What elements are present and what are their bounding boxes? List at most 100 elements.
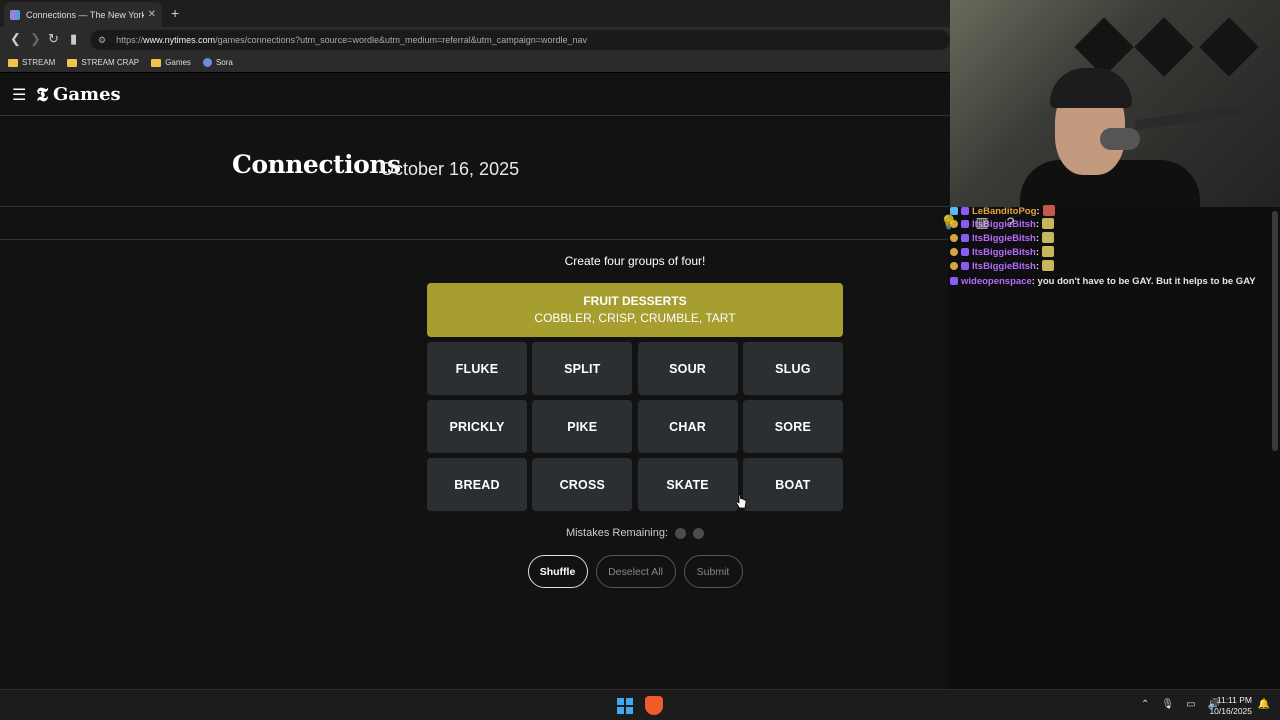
brave-browser-icon[interactable] xyxy=(645,696,663,715)
notification-icon[interactable]: 🔔 xyxy=(1258,699,1270,710)
word-tile[interactable]: PRICKLY xyxy=(427,400,527,453)
word-tile[interactable]: SPLIT xyxy=(532,342,633,395)
url-path: /games/connections?utm_source=wordle&utm… xyxy=(215,35,588,45)
word-tile[interactable]: SORE xyxy=(742,400,843,453)
chevron-up-icon[interactable]: ⌃ xyxy=(1141,699,1149,710)
badge-icon xyxy=(950,262,958,270)
action-buttons: Shuffle Deselect All Submit xyxy=(427,555,843,588)
bookmark-label: Games xyxy=(165,58,191,67)
badge-icon xyxy=(950,234,958,242)
nyt-games-logo[interactable]: 𝕿 Games xyxy=(36,84,120,106)
word-tile[interactable]: CHAR xyxy=(637,400,738,453)
word-tile[interactable]: SLUG xyxy=(742,342,843,395)
url-domain: www.nytimes.com xyxy=(143,35,216,45)
word-tile[interactable]: SOUR xyxy=(637,342,738,395)
chat-text: : xyxy=(1035,233,1040,244)
reload-icon[interactable]: ↻ xyxy=(48,31,59,47)
site-settings-icon[interactable]: ⚙ xyxy=(98,35,106,46)
brand-label: Games xyxy=(53,84,121,105)
solved-category: FRUIT DESSERTS xyxy=(583,294,687,308)
overlay-icons: 💡 ▥ ? xyxy=(940,214,1030,234)
word-tile[interactable]: BREAD xyxy=(427,458,527,511)
emote-icon xyxy=(1042,246,1055,257)
game-title-row: Connections October 16, 2025 xyxy=(0,116,950,207)
help-icon: ? xyxy=(1006,214,1015,230)
solved-group-fruit-desserts: FRUIT DESSERTS COBBLER, CRISP, CRUMBLE, … xyxy=(427,283,843,337)
chat-scrollbar[interactable] xyxy=(1272,211,1278,451)
bookmark-label: STREAM CRAP xyxy=(81,58,140,67)
new-tab-button[interactable]: + xyxy=(171,5,179,21)
game-page: ☰ 𝕿 Games Connections October 16, 2025 C… xyxy=(0,74,950,689)
chat-message: ItsBiggieBitsh: xyxy=(948,260,1268,274)
windows-taskbar: ⌃ 🎙 ▭ 🔊 11:11 PM 10/16/2025 🔔 xyxy=(0,689,1280,720)
clock-date: 10/16/2025 xyxy=(1209,706,1252,716)
nyt-t-logo-icon: 𝕿 xyxy=(36,83,49,106)
chat-username[interactable]: ItsBiggieBitsh xyxy=(972,247,1036,258)
bookmark-icon[interactable]: ▮ xyxy=(70,31,77,47)
shuffle-button[interactable]: Shuffle xyxy=(527,555,588,588)
word-tile[interactable]: PIKE xyxy=(532,400,633,453)
chat-username[interactable]: wideopenspace xyxy=(961,276,1032,287)
divider xyxy=(0,239,950,240)
submit-button[interactable]: Submit xyxy=(683,555,743,588)
mistake-dots xyxy=(668,527,705,539)
mistakes-label: Mistakes Remaining: xyxy=(565,527,669,539)
chat-username[interactable]: ItsBiggieBitsh xyxy=(972,233,1036,244)
chat-text: : xyxy=(1035,247,1040,258)
chat-text: : xyxy=(1035,261,1040,272)
folder-icon xyxy=(8,58,18,67)
chat-text: : you don't have to be GAY. But it helps… xyxy=(1031,276,1256,287)
network-icon[interactable]: ▭ xyxy=(1186,699,1195,710)
tab-title: Connections — The New York Ti xyxy=(26,9,144,20)
windows-start-icon[interactable] xyxy=(617,698,633,714)
chat-text: : xyxy=(1035,219,1040,230)
mistake-dot xyxy=(675,527,687,539)
stream-chat: LeBanditoPog: ItsBiggieBitsh: ItsBiggieB… xyxy=(948,205,1280,689)
emote-icon xyxy=(1042,260,1055,271)
webcam-overlay xyxy=(950,0,1280,207)
puzzle-date: October 16, 2025 xyxy=(380,159,520,179)
clock-time: 11:11 PM xyxy=(1216,695,1252,705)
url-field[interactable]: ⚙ https://www.nytimes.com/games/connecti… xyxy=(90,30,950,50)
back-icon[interactable]: ❮ xyxy=(10,31,21,47)
chat-message: ItsBiggieBitsh: xyxy=(948,246,1268,260)
page-title: Connections xyxy=(232,150,401,179)
chat-username[interactable]: ItsBiggieBitsh xyxy=(972,261,1036,272)
mistake-dot xyxy=(693,527,705,539)
word-tile[interactable]: FLUKE xyxy=(427,342,527,395)
word-tile[interactable]: BOAT xyxy=(742,458,843,511)
badge-icon xyxy=(950,248,958,256)
system-tray: ⌃ 🎙 ▭ 🔊 xyxy=(1141,699,1220,710)
nyt-games-header: ☰ 𝕿 Games xyxy=(0,74,950,116)
word-tile[interactable]: CROSS xyxy=(532,458,633,511)
word-tile[interactable]: SKATE xyxy=(637,458,738,511)
browser-tab-bar: Connections — The New York Ti ✕ + xyxy=(0,0,950,27)
hamburger-menu-icon[interactable]: ☰ xyxy=(12,85,26,105)
bookmark-label: Sora xyxy=(215,58,233,67)
microphone-icon[interactable]: 🎙 xyxy=(1161,699,1174,710)
instruction-text: Create four groups of four! xyxy=(564,254,706,268)
bookmark-games[interactable]: Games xyxy=(151,58,191,67)
emote-icon xyxy=(1042,205,1055,216)
deselect-all-button[interactable]: Deselect All xyxy=(595,555,676,588)
sora-icon xyxy=(202,58,212,67)
bookmarks-bar: STREAM STREAM CRAP Games Sora xyxy=(0,53,950,73)
bookmark-stream-crap[interactable]: STREAM CRAP xyxy=(67,58,139,67)
chat-text: : xyxy=(1036,206,1040,217)
emote-icon xyxy=(1042,232,1055,243)
bookmark-sora[interactable]: Sora xyxy=(202,58,233,67)
taskbar-clock[interactable]: 11:11 PM 10/16/2025 xyxy=(1209,695,1252,717)
folder-icon xyxy=(67,58,78,67)
browser-tab[interactable]: Connections — The New York Ti ✕ xyxy=(4,2,162,27)
microphone-icon xyxy=(1100,128,1140,150)
badge-icon xyxy=(961,234,969,242)
folder-icon xyxy=(151,58,162,67)
word-grid: FLUKE SPLIT SOUR SLUG PRICKLY PIKE CHAR … xyxy=(427,342,843,511)
bookmark-stream[interactable]: STREAM xyxy=(8,58,55,67)
badge-icon xyxy=(950,277,958,285)
address-bar: ❮ ❯ ↻ ▮ ⚙ https://www.nytimes.com/games/… xyxy=(0,27,950,53)
forward-icon[interactable]: ❯ xyxy=(30,31,41,47)
solved-words: COBBLER, CRISP, CRUMBLE, TART xyxy=(534,311,736,325)
close-tab-icon[interactable]: ✕ xyxy=(148,9,156,20)
emote-icon xyxy=(1042,218,1055,229)
